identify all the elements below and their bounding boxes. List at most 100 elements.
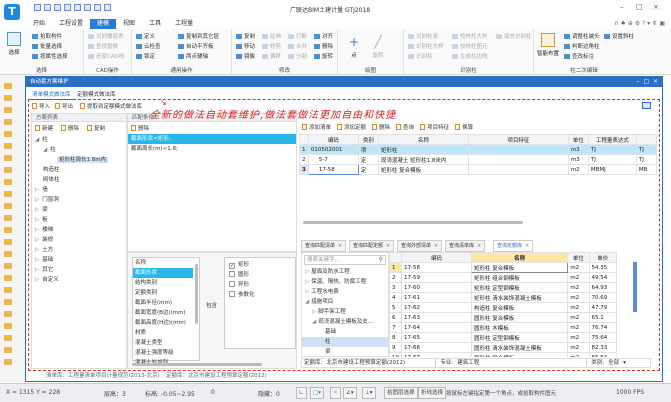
component-folder-icon[interactable] <box>4 179 12 185</box>
quota-unit[interactable]: m2 <box>567 332 590 343</box>
scheme-tree-node[interactable]: ◢ 柱 <box>35 145 123 155</box>
bill-cell-type[interactable]: 定 <box>357 154 379 165</box>
bill-cell-name[interactable]: 现浇混凝土 矩形柱1.8米内 <box>377 154 469 165</box>
component-folder-icon[interactable] <box>4 251 12 257</box>
bill-cell-extra[interactable]: MB <box>635 164 658 175</box>
query-tab[interactable]: 查询定额库 × <box>493 240 534 252</box>
quota-unit[interactable]: m2 <box>567 262 590 273</box>
quota-price[interactable]: 65.1 <box>588 312 618 323</box>
report-icon[interactable] <box>94 4 101 11</box>
row-number[interactable]: 6 <box>389 312 402 323</box>
value-option[interactable]: ✓ 矩形 <box>229 260 291 270</box>
quota-row[interactable]: 1017-67异形柱 复合模板m266.54 <box>389 352 618 357</box>
dropdown-icon[interactable]: ▾ <box>623 359 626 367</box>
attribute-item[interactable]: 定额类别 <box>133 288 193 298</box>
copy-scheme-button[interactable]: 复制 <box>87 124 105 132</box>
query-tab[interactable]: 查询匹配定额 × <box>349 240 395 252</box>
attribute-item[interactable]: 结构类别 <box>133 278 193 288</box>
checkbox[interactable] <box>229 271 235 277</box>
ribbon-item[interactable]: 延伸 <box>262 32 281 40</box>
bill-cell-unit[interactable]: m3 <box>567 144 589 155</box>
delete-scheme-button[interactable]: 删除 <box>61 124 79 132</box>
expand-icon[interactable]: ▷ <box>35 267 39 273</box>
quota-row[interactable]: 1 17-58 矩形柱 复合模板 m2 54.35 <box>389 262 618 273</box>
quota-price[interactable]: 82.33 <box>588 342 618 353</box>
quota-unit[interactable]: m2 <box>567 322 590 333</box>
point-button[interactable]: + 点 <box>344 35 364 59</box>
quota-name[interactable]: 圆形柱 清水装饰混凝土模板 <box>470 342 569 353</box>
quota-code[interactable]: 17-58 <box>401 262 472 273</box>
ribbon-utility-icons[interactable]: ∩ ♠ ⊕ ⚙ ? ▾ ♆ ▣ <box>614 20 665 27</box>
bill-toolbar-button[interactable]: 添加清单 <box>302 123 331 133</box>
bill-cell-code[interactable]: 17-58 <box>307 164 359 175</box>
scheme-tree-node[interactable]: ▷ 墙 <box>35 185 123 195</box>
query-tab[interactable]: 查询匹配清单 × <box>301 240 347 252</box>
component-folder-icon[interactable] <box>4 311 12 317</box>
quota-name[interactable]: 圆形柱 木模板 <box>470 322 569 333</box>
quota-row[interactable]: 7 17-64 圆形柱 木模板 m2 76.74 <box>389 322 618 333</box>
quota-tree-node[interactable]: ▷ 屋面及防水工程 <box>302 267 388 277</box>
scheme-tree-node[interactable]: ▷ 自定义 <box>35 275 123 285</box>
quota-code[interactable]: 17-64 <box>401 322 472 333</box>
maximize-button[interactable]: □ <box>636 3 643 11</box>
bill-toolbar-button[interactable]: 项目特征 <box>420 123 449 133</box>
pick-component-button[interactable]: 拾取构件 <box>32 32 62 40</box>
component-folder-icon[interactable] <box>4 107 12 113</box>
scheme-tree-node[interactable]: ▷ 楼梯 <box>35 225 123 235</box>
component-folder-icon[interactable] <box>4 239 12 245</box>
expand-icon[interactable]: ◢ <box>35 137 39 143</box>
bill-cell-feature[interactable] <box>467 164 569 175</box>
search-icon[interactable]: ⚲ <box>379 256 383 263</box>
component-folder-icon[interactable] <box>4 335 12 341</box>
bill-row[interactable]: 1 010502001 项矩形柱 m3 TJ TJ <box>299 144 658 155</box>
column-header[interactable]: 编码 <box>307 134 359 145</box>
new-icon[interactable] <box>34 4 41 11</box>
quota-code[interactable]: 17-60 <box>401 282 472 293</box>
row-number[interactable]: 8 <box>389 332 402 343</box>
component-folder-icon[interactable] <box>4 359 12 365</box>
quota-tree-node[interactable]: 梁 <box>302 347 388 357</box>
layer-select-button[interactable]: 拾图层选择 <box>384 387 418 399</box>
quota-name[interactable]: 矩形柱 清水装饰混凝土模板 <box>470 292 569 303</box>
column-header[interactable]: 名称 <box>470 252 569 263</box>
quota-tree-node[interactable]: 基础 <box>302 327 388 337</box>
expand-icon[interactable]: ▷ <box>35 237 39 243</box>
close-tab-icon[interactable]: × <box>434 243 438 249</box>
quota-code[interactable]: 17-59 <box>401 272 472 283</box>
scheme-tree-node[interactable]: 矩形柱周长1.8m内 <box>35 155 123 165</box>
quota-price[interactable]: 66.54 <box>588 352 618 357</box>
bill-cell-extra[interactable]: TJ <box>635 154 658 165</box>
component-folder-icon[interactable] <box>4 347 12 353</box>
column-header[interactable]: 单位 <box>567 252 590 263</box>
bill-cell-expr[interactable]: TJ <box>587 144 637 155</box>
scheme-tree-node[interactable]: ▷ 土方 <box>35 245 123 255</box>
close-tab-icon[interactable]: × <box>386 243 390 249</box>
quota-code[interactable]: 17-61 <box>401 292 472 303</box>
redo-icon[interactable] <box>74 4 81 11</box>
quota-row[interactable]: 5 17-62 构造柱 复合模板 m2 47.79 <box>389 302 618 313</box>
close-button[interactable]: × <box>653 3 659 11</box>
scheme-tree-node[interactable]: ▷ 基础 <box>35 255 123 265</box>
ribbon-item[interactable]: 识别柱大样 <box>408 42 444 50</box>
menu-tab[interactable]: 建模 <box>90 19 117 29</box>
quota-price[interactable]: 64.93 <box>588 282 618 293</box>
attribute-item[interactable]: 混凝土强度等级 <box>133 348 193 358</box>
row-number[interactable]: 2 <box>389 272 402 283</box>
row-number[interactable]: 3 <box>389 282 402 293</box>
ribbon-item[interactable]: 校核柱图元 <box>452 42 488 50</box>
attribute-scrollbar[interactable] <box>195 264 198 324</box>
quota-row[interactable]: 8 17-65 圆形柱 定型钢模板 m2 75.64 <box>389 332 618 343</box>
bill-cell-extra[interactable]: TJ <box>635 144 658 155</box>
close-tab-icon[interactable]: × <box>338 243 342 249</box>
quota-name[interactable]: 矩形柱 定型钢模板 <box>470 282 569 293</box>
quota-tree-node[interactable]: ▷ 脚手架工程 <box>302 307 388 317</box>
ribbon-item[interactable]: 镜像 <box>236 52 255 60</box>
quota-unit[interactable]: m2 <box>567 312 590 323</box>
quota-price[interactable]: 75.64 <box>588 332 618 343</box>
condition-item[interactable]: 截面周长(m)<1.8; <box>128 144 296 154</box>
ribbon-item[interactable]: 填充识别柱 <box>496 32 532 40</box>
row-number[interactable]: 9 <box>389 342 402 353</box>
component-folder-icon[interactable] <box>4 323 12 329</box>
quota-unit[interactable]: m2 <box>567 352 590 357</box>
column-header[interactable]: 单价 <box>588 252 618 263</box>
